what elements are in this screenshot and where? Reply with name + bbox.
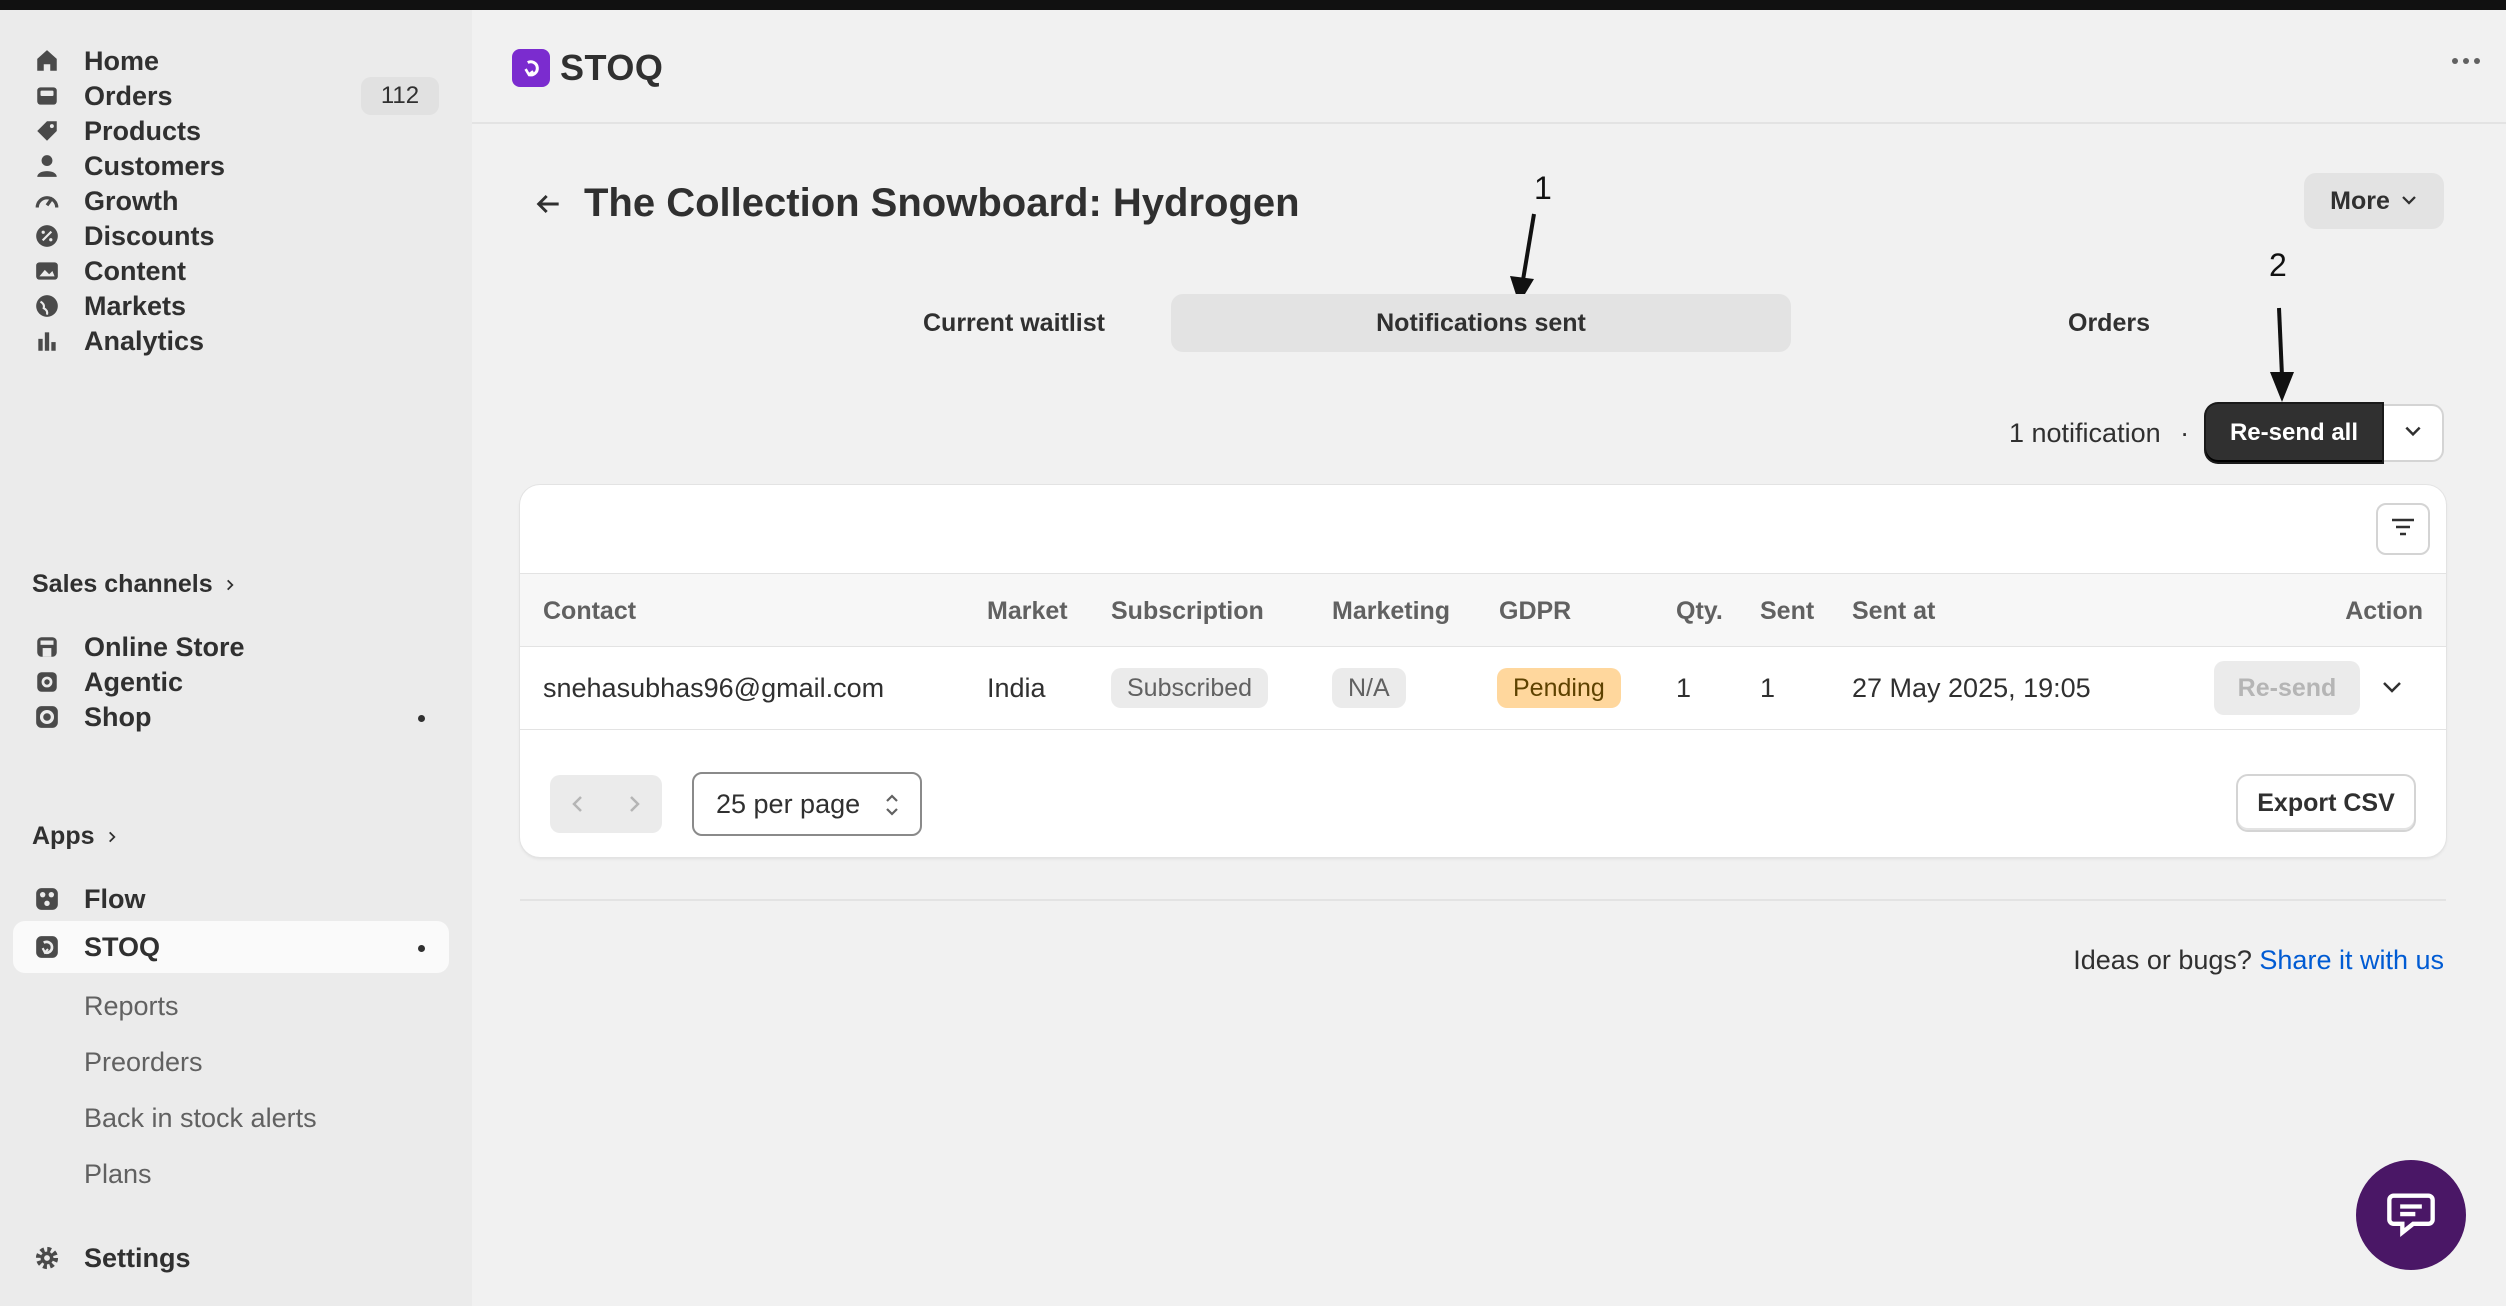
annotation-number-2: 2 xyxy=(2269,247,2287,283)
feedback-footer: Ideas or bugs? Share it with us xyxy=(2073,945,2444,976)
column-header-qty: Qty. xyxy=(1676,597,1723,625)
share-feedback-link[interactable]: Share it with us xyxy=(2259,945,2444,975)
sidebar-subitem-preorders[interactable]: Preorders xyxy=(84,1047,203,1078)
chat-support-button[interactable] xyxy=(2356,1160,2466,1270)
table-header: Contact Market Subscription Marketing GD… xyxy=(520,573,2446,647)
next-page-button[interactable] xyxy=(606,775,662,833)
qty-value: 1 xyxy=(1676,673,1692,703)
resend-label: Re-send xyxy=(2237,673,2337,702)
app-brand: STOQ xyxy=(512,47,663,89)
separator: · xyxy=(2180,418,2190,448)
main-content: STOQ The Collection Snowboard: Hydrogen … xyxy=(472,10,2506,1306)
sidebar-item-label: Settings xyxy=(84,1242,191,1273)
notification-count-text: 1 notification xyxy=(2009,418,2161,448)
chat-icon xyxy=(2385,1187,2437,1244)
tab-notifications-sent[interactable]: Notifications sent xyxy=(1171,294,1791,352)
column-header-marketing: Marketing xyxy=(1332,597,1451,625)
flow-icon xyxy=(33,885,61,913)
filter-sort-button[interactable] xyxy=(2376,503,2430,555)
sidebar-item-label: Analytics xyxy=(84,325,205,356)
tab-label: Orders xyxy=(2068,308,2150,337)
tab-label: Notifications sent xyxy=(1376,308,1586,337)
sidebar-item-analytics[interactable]: Analytics xyxy=(13,315,449,367)
page-title: The Collection Snowboard: Hydrogen xyxy=(584,181,1300,225)
window-top-bar xyxy=(0,0,2506,10)
sidebar-subitem-plans[interactable]: Plans xyxy=(84,1159,152,1190)
chevron-down-icon xyxy=(2403,421,2423,446)
feedback-prompt: Ideas or bugs? xyxy=(2073,945,2252,975)
tab-orders[interactable]: Orders xyxy=(1799,294,2419,352)
resend-all-menu-button[interactable] xyxy=(2384,404,2444,462)
chevron-right-icon xyxy=(223,570,237,599)
chevron-down-icon[interactable] xyxy=(2380,675,2408,703)
notification-count: 1 notification · xyxy=(2009,418,2189,449)
sales-channels-label: Sales channels xyxy=(32,570,213,598)
export-csv-button[interactable]: Export CSV xyxy=(2236,774,2416,832)
gdpr-status-badge: Pending xyxy=(1497,668,1621,708)
column-header-market: Market xyxy=(987,597,1068,625)
resend-button[interactable]: Re-send xyxy=(2214,661,2360,715)
sidebar-item-label: STOQ xyxy=(84,931,161,962)
market-value: India xyxy=(987,673,1046,703)
header-divider xyxy=(472,122,2506,124)
sidebar-item-stoq[interactable]: STOQ xyxy=(13,921,449,973)
sidebar-item-label: Flow xyxy=(84,883,146,914)
back-arrow-icon[interactable] xyxy=(532,188,564,220)
sent-value: 1 xyxy=(1760,673,1776,703)
gear-icon xyxy=(33,1244,61,1272)
unread-dot xyxy=(418,715,425,722)
sidebar-item-settings[interactable]: Settings xyxy=(13,1232,449,1284)
sidebar-item-shop[interactable]: Shop xyxy=(13,691,449,743)
stoq-logo-icon xyxy=(512,49,550,87)
column-header-subscription: Subscription xyxy=(1111,597,1264,625)
column-header-contact: Contact xyxy=(543,597,637,625)
chevron-right-icon xyxy=(105,822,119,851)
filter-icon xyxy=(2389,515,2417,544)
more-actions-button[interactable]: More xyxy=(2304,173,2444,229)
column-header-sent-at: Sent at xyxy=(1852,597,1936,625)
stoq-icon xyxy=(33,933,61,961)
unread-dot xyxy=(418,945,425,952)
sales-channels-heading[interactable]: Sales channels xyxy=(32,570,237,599)
footer-divider xyxy=(520,899,2446,901)
apps-label: Apps xyxy=(32,822,95,850)
tab-label: Current waitlist xyxy=(923,308,1105,337)
column-header-sent: Sent xyxy=(1760,597,1815,625)
sidebar-item-label: Shop xyxy=(84,701,152,732)
annotation-arrow-1 xyxy=(1510,213,1536,304)
column-header-action: Action xyxy=(2345,597,2423,625)
resend-all-label: Re-send all xyxy=(2229,419,2359,446)
table-row: snehasubhas96@gmail.com India Subscribed… xyxy=(520,647,2446,730)
annotation-number-1: 1 xyxy=(1534,170,1552,206)
more-label: More xyxy=(2330,186,2390,215)
per-page-value: 25 per page xyxy=(716,788,861,819)
resend-all-button[interactable]: Re-send all xyxy=(2206,404,2382,462)
select-arrows-icon xyxy=(884,792,900,825)
apps-heading[interactable]: Apps xyxy=(32,822,119,851)
subscription-badge: Subscribed xyxy=(1111,668,1269,708)
sidebar-item-flow[interactable]: Flow xyxy=(13,873,449,925)
column-header-gdpr: GDPR xyxy=(1499,597,1572,625)
export-csv-label: Export CSV xyxy=(2257,788,2395,817)
bar-chart-icon xyxy=(33,327,61,355)
sidebar-subitem-back-in-stock[interactable]: Back in stock alerts xyxy=(84,1103,317,1134)
marketing-badge: N/A xyxy=(1332,668,1406,708)
shop-icon xyxy=(33,703,61,731)
per-page-select[interactable]: 25 per page xyxy=(692,772,922,836)
previous-page-button[interactable] xyxy=(550,775,606,833)
pagination xyxy=(550,775,662,833)
contact-email: snehasubhas96@gmail.com xyxy=(543,673,885,703)
sidebar: Home Orders 112 Products Customers Growt… xyxy=(0,10,472,1306)
sidebar-subitem-reports[interactable]: Reports xyxy=(84,991,179,1022)
notifications-table-card: Contact Market Subscription Marketing GD… xyxy=(520,485,2446,857)
more-options-icon[interactable] xyxy=(2452,58,2480,64)
chevron-down-icon xyxy=(2400,187,2418,216)
sent-at-value: 27 May 2025, 19:05 xyxy=(1852,673,2091,703)
app-name: STOQ xyxy=(560,47,664,88)
